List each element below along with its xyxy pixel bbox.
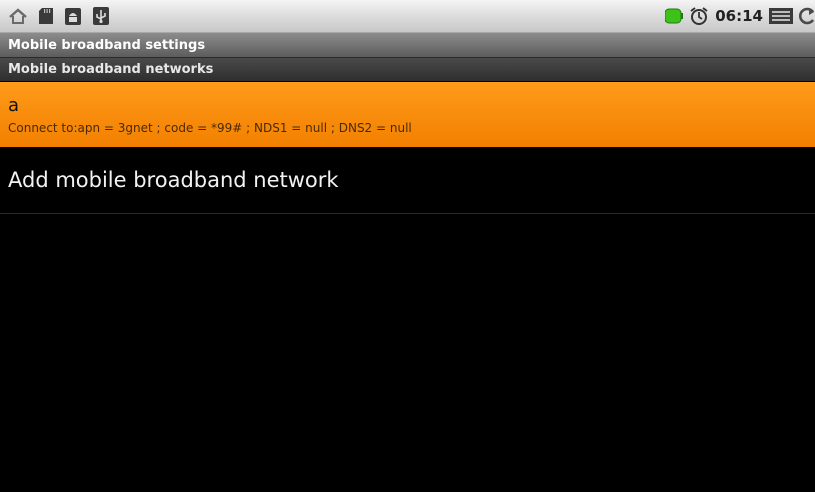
- usb-icon: [92, 6, 110, 26]
- status-bar: 06:14: [0, 0, 815, 32]
- clock-time: 06:14: [715, 7, 763, 25]
- alarm-clock-icon: [689, 6, 709, 26]
- category-header: Mobile broadband networks: [0, 57, 815, 81]
- status-bar-system: 06:14: [659, 0, 815, 32]
- network-name: a: [8, 95, 20, 116]
- signal-menu-icon[interactable]: [769, 7, 793, 25]
- home-icon: [8, 7, 28, 25]
- network-list: a Connect to:apn = 3gnet ; code = *99# ;…: [0, 82, 815, 214]
- list-item-network-a[interactable]: a Connect to:apn = 3gnet ; code = *99# ;…: [0, 82, 815, 147]
- add-network-label: Add mobile broadband network: [8, 168, 339, 192]
- title-bar: Mobile broadband settings: [0, 32, 815, 57]
- category-label: Mobile broadband networks: [8, 62, 214, 77]
- page-title: Mobile broadband settings: [8, 37, 206, 53]
- battery-icon: [665, 8, 684, 24]
- sd-card-icon: [38, 7, 54, 25]
- add-network-button[interactable]: Add mobile broadband network: [0, 147, 815, 214]
- sync-icon[interactable]: [799, 6, 815, 26]
- network-summary: Connect to:apn = 3gnet ; code = *99# ; N…: [8, 121, 412, 135]
- status-bar-notifications: [8, 0, 120, 32]
- android-debug-icon: [64, 6, 82, 26]
